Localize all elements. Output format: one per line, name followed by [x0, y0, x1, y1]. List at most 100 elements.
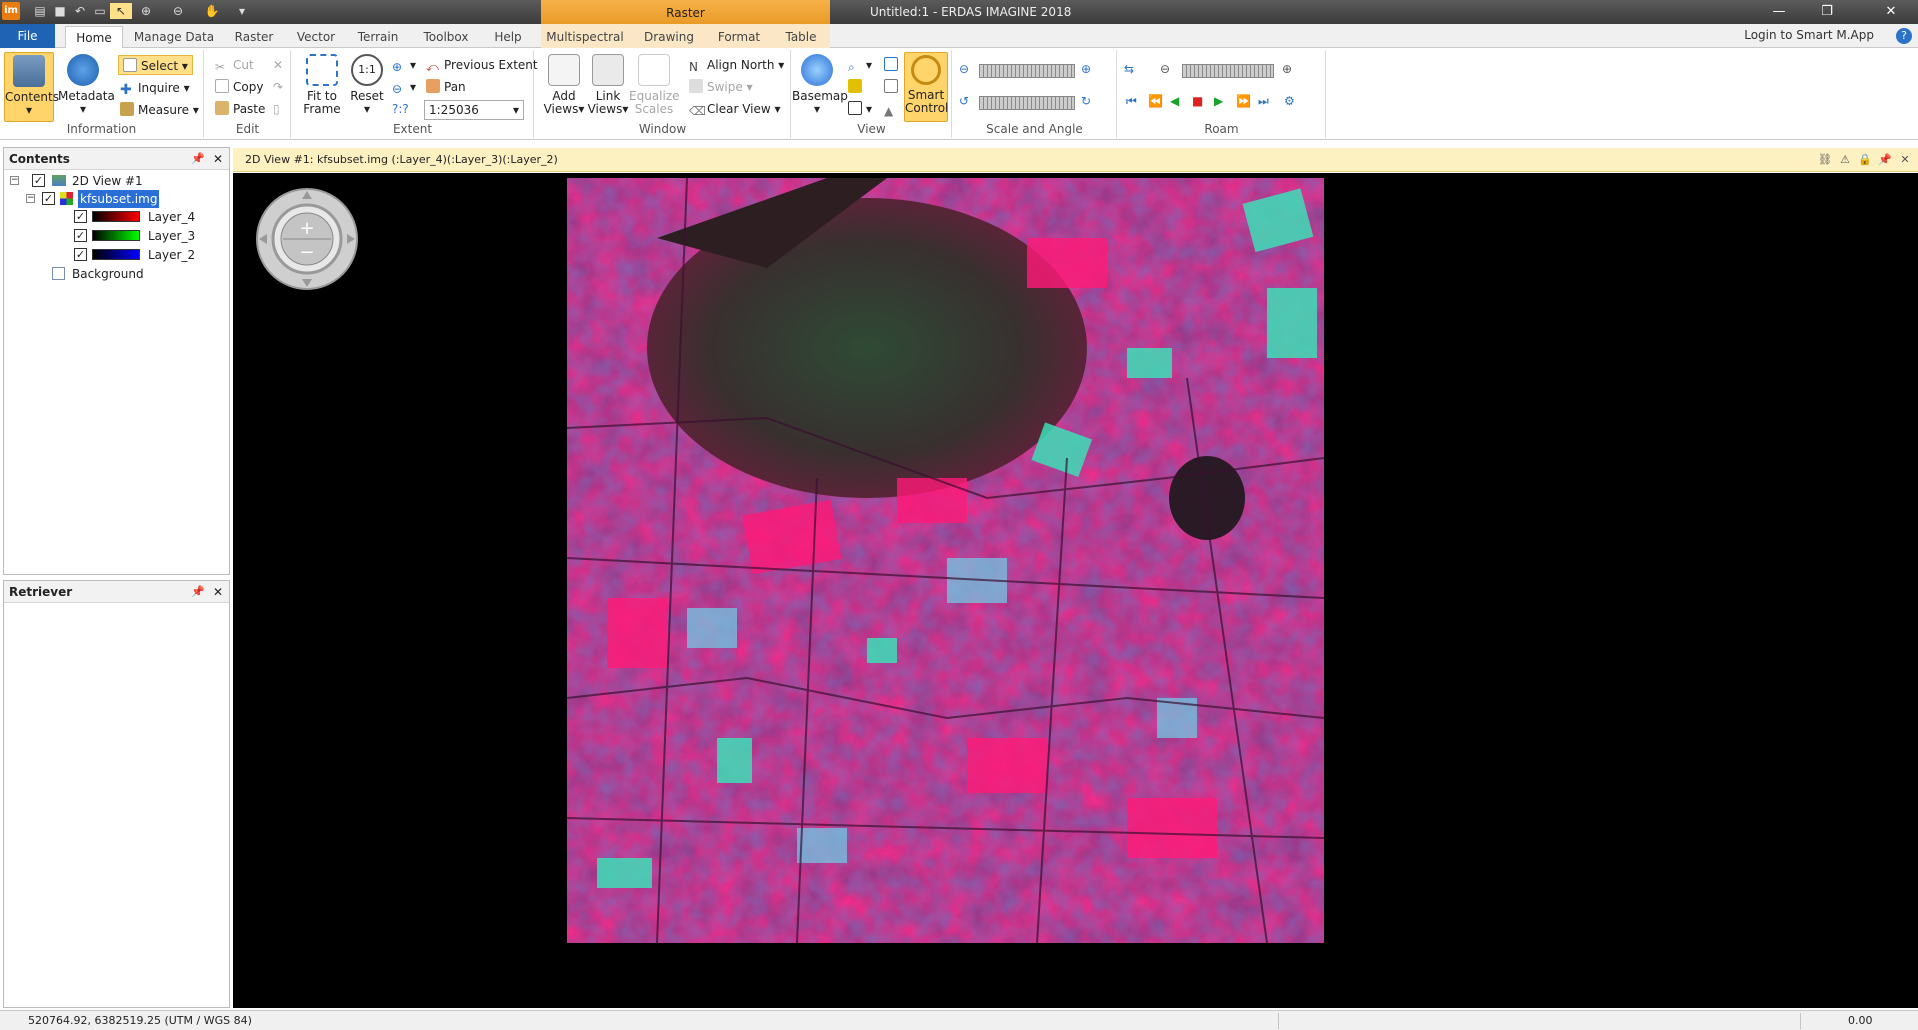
pan-button[interactable]: Pan: [426, 77, 466, 97]
tree-item-layer[interactable]: ✓ Layer_3: [74, 227, 224, 245]
cut-button[interactable]: ✂ Cut: [215, 55, 254, 75]
checkbox-layer[interactable]: ✓: [74, 229, 87, 242]
add-views-button[interactable]: Add Views▾: [539, 52, 589, 120]
tab-multispectral[interactable]: Multispectral: [545, 26, 625, 48]
rewind-icon[interactable]: ⏪: [1148, 94, 1164, 110]
play-icon[interactable]: ▶: [1214, 94, 1230, 110]
previous-extent-button[interactable]: ⤺ Previous Extent: [426, 55, 538, 75]
help-icon[interactable]: ?: [1896, 28, 1912, 44]
rotate-left-icon[interactable]: ↺: [959, 94, 975, 110]
lock-icon[interactable]: 🔒: [1858, 153, 1872, 167]
minimize-icon[interactable]: —: [1756, 0, 1802, 24]
customize-quick-access-icon[interactable]: ▾: [234, 3, 250, 19]
tab-table[interactable]: Table: [778, 26, 824, 48]
north-marker-button[interactable]: ▲: [884, 99, 902, 119]
color-dropdown[interactable]: ▾: [848, 99, 872, 119]
tab-raster[interactable]: Raster: [225, 26, 283, 48]
chart-tool-button[interactable]: [848, 77, 866, 97]
zoom-out-icon[interactable]: ⊖: [170, 3, 186, 19]
close-panel-icon[interactable]: ✕: [213, 581, 223, 603]
scale-slider[interactable]: [979, 64, 1075, 78]
zoom-out-dropdown[interactable]: ⊖ ▾: [392, 77, 416, 97]
equalize-scales-button[interactable]: Equalize Scales: [629, 52, 680, 120]
checkbox-layer[interactable]: ✓: [74, 248, 87, 261]
zoom-in-dropdown[interactable]: ⊕ ▾: [392, 55, 416, 75]
inquire-button[interactable]: ✚ Inquire ▾: [120, 78, 190, 98]
metadata-button[interactable]: Metadata ▾: [58, 52, 115, 120]
link-views-button[interactable]: Link Views▾: [583, 52, 633, 120]
link-icon[interactable]: ⛓: [1818, 153, 1832, 167]
zoom-out-icon[interactable]: −: [299, 242, 314, 263]
align-north-button[interactable]: N Align North ▾: [689, 55, 784, 75]
roam-speed-icon[interactable]: ⊖: [1160, 62, 1176, 78]
pin-icon[interactable]: 📌: [191, 148, 205, 170]
info-tool-button[interactable]: [884, 55, 902, 75]
map-view[interactable]: + −: [233, 173, 1918, 1008]
grid-tool-button[interactable]: [884, 77, 902, 97]
zoom-in-icon[interactable]: +: [299, 218, 314, 239]
zoom-in-icon[interactable]: ⊕: [138, 3, 154, 19]
tree-item-background[interactable]: Background: [52, 265, 202, 283]
close-icon[interactable]: ✕: [1868, 0, 1914, 24]
undo-icon[interactable]: ↶: [72, 3, 88, 19]
tab-toolbox[interactable]: Toolbox: [418, 26, 474, 48]
save-icon[interactable]: ■: [52, 3, 68, 19]
collapse-icon[interactable]: −: [10, 176, 19, 185]
rotate-right-icon[interactable]: ↻: [1081, 94, 1097, 110]
copy-button[interactable]: Copy: [215, 77, 263, 97]
angle-slider[interactable]: [979, 96, 1075, 110]
restore-icon[interactable]: ❐: [1804, 0, 1850, 24]
smart-control-button[interactable]: Smart Control: [904, 52, 948, 122]
print-icon[interactable]: ▭: [92, 3, 108, 19]
pin-icon[interactable]: 📌: [1878, 153, 1892, 167]
zoom-view-dropdown[interactable]: ⌕ ▾: [848, 55, 872, 75]
close-panel-icon[interactable]: ✕: [213, 148, 223, 170]
checkbox-file[interactable]: ✓: [42, 192, 55, 205]
pin-icon[interactable]: 📌: [191, 581, 205, 603]
close-view-icon[interactable]: ✕: [1898, 153, 1912, 167]
select-button[interactable]: Select ▾: [118, 55, 193, 75]
select-tool-icon[interactable]: ↖: [110, 3, 132, 19]
roam-direction-icon[interactable]: ⇆: [1124, 62, 1140, 78]
scale-reset-icon[interactable]: ⊖: [959, 62, 975, 78]
tab-file[interactable]: File: [0, 24, 55, 48]
reset-button[interactable]: 1:1 Reset ▾: [342, 52, 392, 120]
fast-forward-icon[interactable]: ⏩: [1236, 94, 1252, 110]
last-frame-icon[interactable]: ⏭: [1258, 94, 1274, 110]
scale-plus-icon[interactable]: ⊕: [1081, 62, 1097, 78]
navigation-control[interactable]: + −: [255, 187, 359, 291]
checkbox-view[interactable]: ✓: [32, 174, 45, 187]
play-backward-icon[interactable]: ◀: [1170, 94, 1186, 110]
tree-item-view[interactable]: − ✓ 2D View #1: [10, 172, 210, 190]
tree-item-file[interactable]: − ✓ kfsubset.img: [26, 190, 226, 208]
checkbox-background[interactable]: [52, 267, 65, 280]
roam-settings-icon[interactable]: ⚙: [1284, 94, 1300, 110]
unknown-scale-button[interactable]: ?:?: [392, 99, 409, 119]
tree-item-layer[interactable]: ✓ Layer_4: [74, 208, 224, 226]
tree-item-layer[interactable]: ✓ Layer_2: [74, 246, 224, 264]
tab-vector[interactable]: Vector: [290, 26, 342, 48]
pan-icon[interactable]: ✋: [204, 3, 220, 19]
collapse-icon[interactable]: −: [26, 194, 35, 203]
clear-view-button[interactable]: ⌫Clear View ▾: [689, 99, 781, 119]
app-logo[interactable]: im: [2, 2, 20, 20]
paste-button[interactable]: Paste: [215, 99, 265, 119]
clipboard-icon[interactable]: ▯: [273, 99, 280, 119]
redo-icon[interactable]: ↷: [273, 77, 283, 97]
stop-icon[interactable]: ■: [1192, 94, 1208, 110]
tab-manage-data[interactable]: Manage Data: [133, 26, 215, 48]
tab-home[interactable]: Home: [65, 26, 123, 48]
checkbox-layer[interactable]: ✓: [74, 210, 87, 223]
raster-image[interactable]: [567, 178, 1324, 943]
login-link[interactable]: Login to Smart M.App: [1744, 28, 1874, 42]
scale-select[interactable]: 1:25036 ▾: [424, 100, 524, 120]
measure-button[interactable]: Measure ▾: [120, 100, 199, 120]
fit-to-frame-button[interactable]: Fit to Frame: [297, 52, 347, 120]
open-icon[interactable]: ▤: [32, 3, 48, 19]
tab-drawing[interactable]: Drawing: [640, 26, 698, 48]
warning-icon[interactable]: ⚠: [1838, 153, 1852, 167]
tab-format[interactable]: Format: [712, 26, 766, 48]
contents-button[interactable]: Contents ▾: [4, 52, 59, 122]
delete-icon[interactable]: ✕: [273, 55, 283, 75]
basemap-button[interactable]: Basemap ▾: [792, 52, 848, 120]
